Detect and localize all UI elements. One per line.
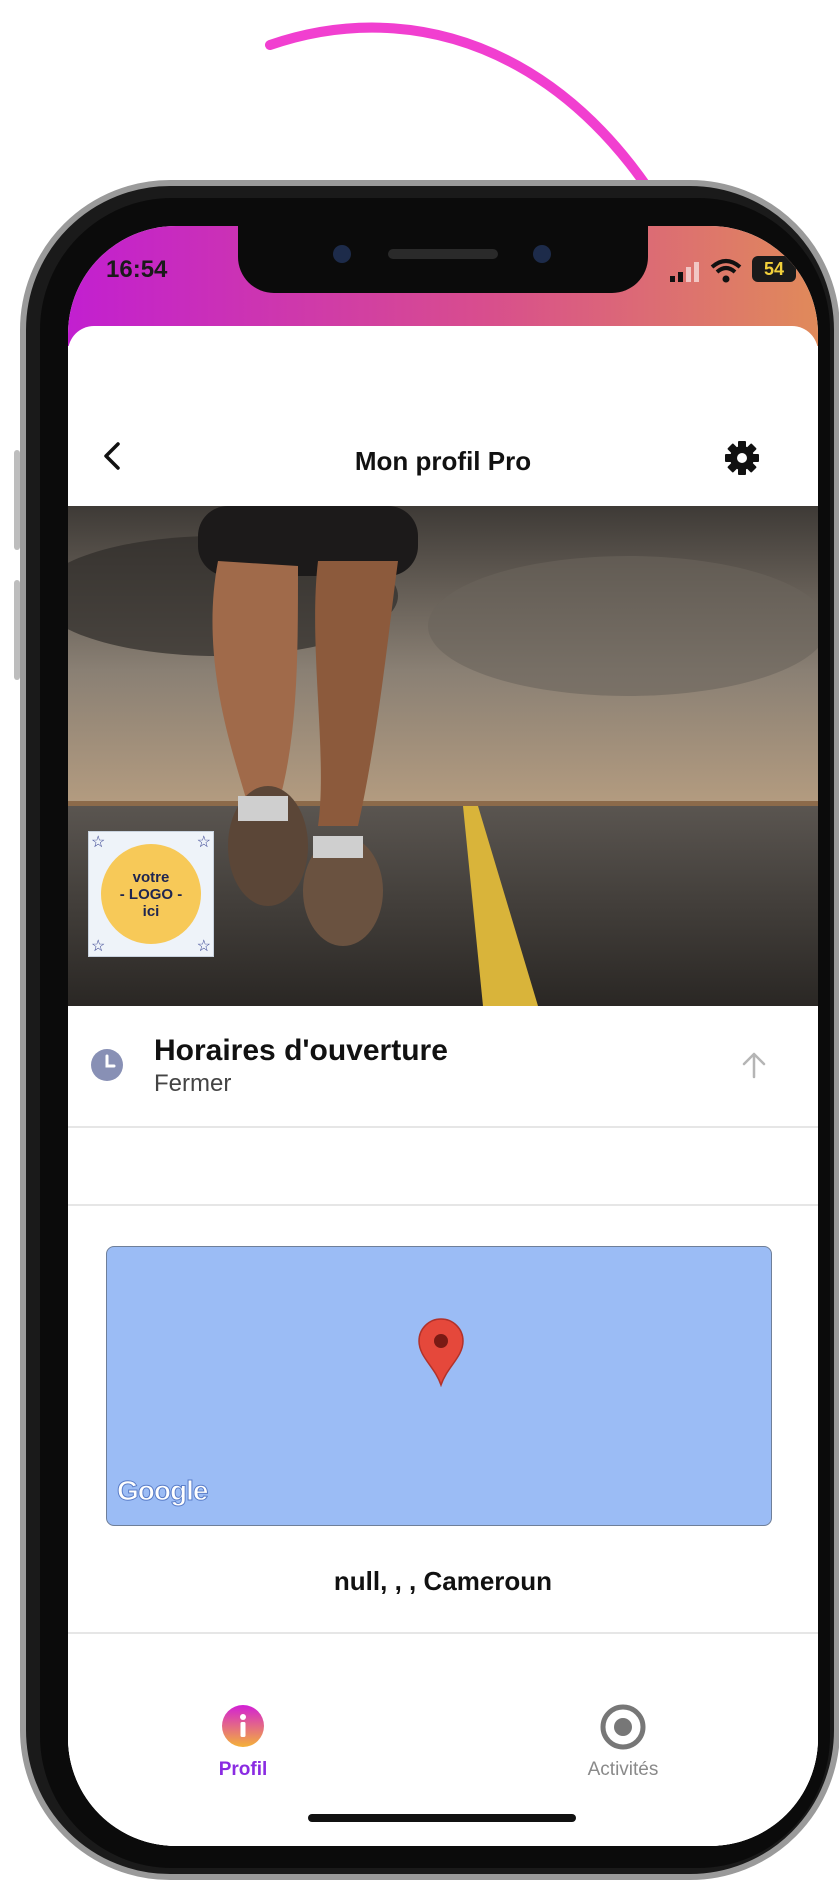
opening-hours-status: Fermer	[154, 1070, 232, 1097]
logo-placeholder: votre - LOGO - ici	[101, 844, 201, 944]
star-icon: ☆	[91, 834, 106, 851]
logo-line: votre	[132, 868, 170, 886]
info-icon	[222, 1705, 264, 1747]
star-icon: ☆	[91, 938, 106, 955]
signal-icon	[670, 262, 699, 282]
phone-side-button	[14, 580, 20, 680]
arrow-up-icon[interactable]	[740, 1050, 768, 1080]
star-icon: ☆	[196, 938, 211, 955]
location-map[interactable]: Google	[106, 1246, 772, 1526]
tab-activites-label: Activités	[587, 1759, 659, 1780]
wifi-icon	[710, 259, 742, 283]
google-logo: Google	[116, 1475, 208, 1507]
opening-hours-title: Horaires d'ouverture	[154, 1034, 448, 1067]
map-pin-icon	[418, 1318, 464, 1387]
battery-level: 54	[763, 258, 785, 279]
tab-profil-label: Profil	[218, 1759, 268, 1780]
home-indicator	[308, 1814, 576, 1822]
opening-hours-row[interactable]: Horaires d'ouverture Fermer	[68, 1006, 818, 1128]
logo-line: - LOGO -	[119, 885, 183, 903]
battery-icon: 54	[752, 256, 796, 282]
tab-profil[interactable]: Profil	[168, 1704, 318, 1781]
clock-icon	[91, 1049, 123, 1081]
address-label: null, , , Cameroun	[333, 1566, 553, 1596]
target-icon	[600, 1704, 646, 1750]
star-icon: ☆	[196, 834, 211, 851]
divider	[68, 1632, 818, 1634]
google-logo-text: Google	[116, 1475, 208, 1507]
gear-icon	[725, 441, 759, 475]
notch	[238, 226, 648, 293]
settings-button[interactable]	[720, 436, 764, 480]
empty-section	[68, 1128, 818, 1206]
status-time: 16:54	[106, 256, 168, 283]
business-logo-badge[interactable]: ☆ ☆ ☆ ☆ votre - LOGO - ici	[88, 831, 214, 957]
tab-activites[interactable]: Activités	[548, 1704, 698, 1781]
phone-side-button	[14, 450, 20, 550]
logo-line: ici	[142, 902, 160, 920]
phone-screen: 16:54 54 Mon profil Pro ☆ ☆ ☆ ☆ votre - …	[68, 226, 818, 1846]
page-title: Mon profil Pro	[354, 446, 532, 476]
